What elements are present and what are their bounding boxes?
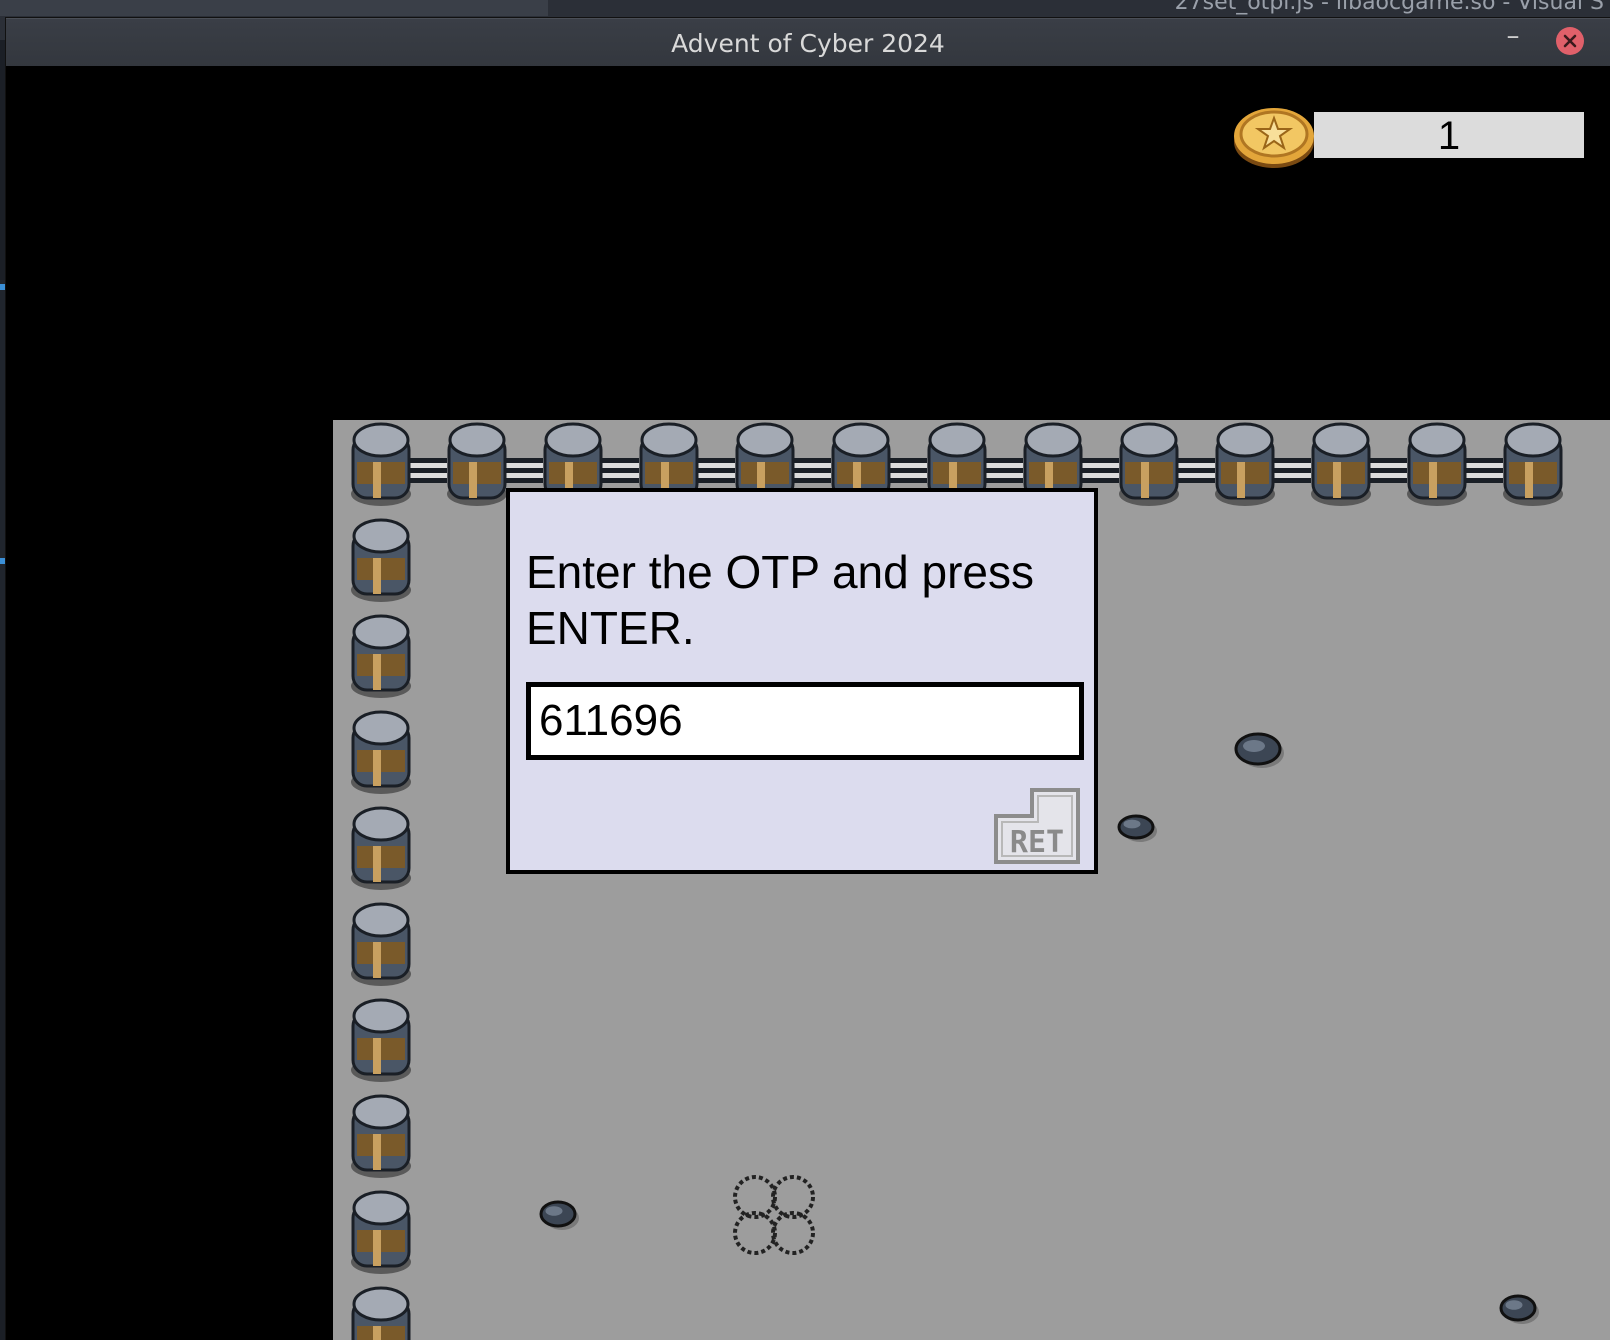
fence-post xyxy=(447,422,507,506)
close-icon xyxy=(1563,34,1577,48)
fence-rail xyxy=(887,458,927,483)
coin-count: 1 xyxy=(1437,114,1461,158)
background-editor-title: 27set_otpl.js - libaocgame.so - Visual S xyxy=(1174,0,1604,15)
close-button[interactable] xyxy=(1556,27,1584,55)
game-window: Advent of Cyber 2024 – 1 Enter the OTP a… xyxy=(6,18,1610,1340)
fence-rail xyxy=(791,458,831,483)
fence-rail xyxy=(599,458,639,483)
rock xyxy=(539,1200,579,1230)
fence-rail xyxy=(503,458,543,483)
fence-post xyxy=(1407,422,1467,506)
rock xyxy=(1234,732,1284,768)
background-editor-tabstrip xyxy=(0,0,548,16)
minimize-button[interactable]: – xyxy=(1502,23,1524,49)
rock xyxy=(1117,814,1157,842)
fence-post xyxy=(1503,422,1563,506)
fence-post xyxy=(351,1094,411,1178)
window-titlebar[interactable]: Advent of Cyber 2024 – xyxy=(6,18,1610,67)
fence-rail xyxy=(983,458,1023,483)
game-viewport[interactable]: 1 Enter the OTP and press ENTER. RET xyxy=(6,66,1610,1340)
return-key-icon[interactable]: RET xyxy=(992,786,1082,866)
gold-coin-icon xyxy=(1234,108,1314,168)
fence-post xyxy=(351,1286,411,1340)
fence-post xyxy=(351,710,411,794)
coin-counter: 1 xyxy=(1314,112,1584,158)
rock xyxy=(1499,1294,1539,1324)
fence-rail xyxy=(695,458,735,483)
fence-post xyxy=(1119,422,1179,506)
fence-rail xyxy=(1175,458,1215,483)
fence-post xyxy=(351,1190,411,1274)
fence-rail xyxy=(1463,458,1503,483)
floor-marking xyxy=(733,1175,815,1255)
fence-post xyxy=(351,614,411,698)
fence-rail xyxy=(1271,458,1311,483)
fence-post xyxy=(1311,422,1371,506)
fence-post xyxy=(351,518,411,602)
fence-post xyxy=(351,998,411,1082)
otp-prompt: Enter the OTP and press ENTER. xyxy=(526,546,1034,654)
fence-post xyxy=(1215,422,1275,506)
otp-input[interactable] xyxy=(526,682,1084,760)
fence-rail xyxy=(1079,458,1119,483)
fence-rail xyxy=(1367,458,1407,483)
fence-post xyxy=(351,902,411,986)
fence-post xyxy=(351,422,411,506)
return-key-label: RET xyxy=(1010,825,1064,860)
fence-rail xyxy=(407,458,447,483)
otp-dialog: Enter the OTP and press ENTER. RET xyxy=(506,488,1098,874)
window-title: Advent of Cyber 2024 xyxy=(671,29,945,58)
fence-post xyxy=(351,806,411,890)
